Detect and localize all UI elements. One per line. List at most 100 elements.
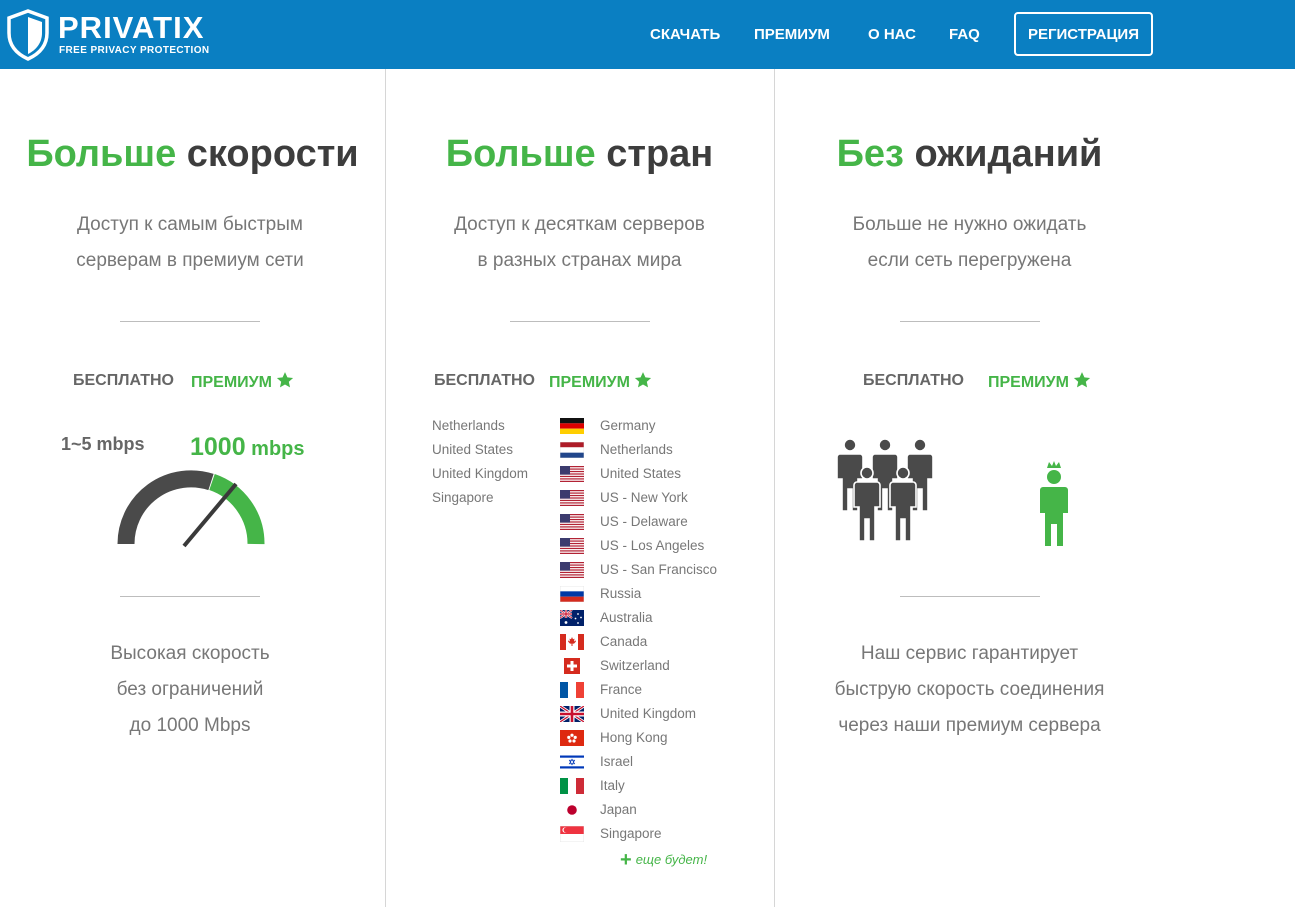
countries-title-accent: Больше — [445, 133, 596, 175]
premium-label: ПРЕМИУМ — [191, 371, 294, 393]
nav-about[interactable]: О НАС — [868, 26, 916, 44]
list-item: United States — [432, 442, 514, 457]
country-name: Japan — [600, 802, 637, 817]
crowd-icon — [836, 438, 934, 542]
list-item: US - Delaware — [560, 512, 717, 536]
waiting-title-rest: ожиданий — [903, 133, 1103, 175]
list-item: Russia — [560, 584, 717, 608]
country-name: United Kingdom — [600, 706, 697, 721]
divider — [120, 596, 260, 597]
country-name: Russia — [600, 586, 642, 601]
column-divider — [385, 69, 386, 907]
list-item: Switzerland — [560, 656, 717, 680]
divider — [120, 321, 260, 322]
us-flag-icon — [560, 466, 584, 482]
register-button[interactable]: РЕГИСТРАЦИЯ — [1014, 12, 1153, 56]
country-name: United States — [600, 466, 682, 481]
ch-flag-icon — [564, 658, 580, 674]
speed-title-rest: скорости — [176, 133, 359, 175]
list-item: Israel — [560, 752, 717, 776]
summary-line: без ограничений — [116, 679, 264, 700]
list-item: Netherlands — [432, 418, 505, 433]
summary-line: Наш сервис гарантирует — [860, 643, 1079, 664]
desc-line: Доступ к десяткам серверов — [454, 214, 705, 235]
list-item: United States — [560, 464, 717, 488]
de-flag-icon — [560, 418, 584, 434]
list-item: Australia — [560, 608, 717, 632]
premium-label-text: ПРЕМИУМ — [549, 374, 630, 391]
list-item: Japan — [560, 800, 717, 824]
list-item: Hong Kong — [560, 728, 717, 752]
country-name: US - New York — [600, 490, 688, 505]
divider — [510, 321, 650, 322]
privatix-logo[interactable]: PRIVATIX FREE PRIVACY PROTECTION — [6, 9, 216, 61]
summary-line: быструю скорость соединения — [834, 679, 1105, 700]
premium-label-text: ПРЕМИУМ — [988, 374, 1069, 391]
desc-line: если сеть перегружена — [867, 250, 1072, 271]
nav-download[interactable]: СКАЧАТЬ — [650, 26, 720, 44]
country-name: Switzerland — [600, 658, 670, 673]
star-icon — [634, 372, 652, 388]
top-header: PRIVATIX FREE PRIVACY PROTECTION СКАЧАТЬ… — [0, 0, 1295, 69]
us-flag-icon — [560, 490, 584, 506]
speedometer-icon — [117, 470, 265, 548]
premium-speed: 1000 mbps — [190, 433, 305, 462]
shield-icon — [7, 9, 49, 61]
ru-flag-icon — [560, 586, 584, 602]
us-flag-icon — [560, 562, 584, 578]
il-flag-icon — [560, 754, 584, 770]
country-name: US - Los Angeles — [600, 538, 705, 553]
list-item: United Kingdom — [560, 704, 717, 728]
country-name: Canada — [600, 634, 648, 649]
us-flag-icon — [560, 538, 584, 554]
speed-summary: Высокая скорость без ограничений до 1000… — [0, 636, 380, 744]
more-coming: + еще будет! — [620, 849, 708, 871]
country-name: US - San Francisco — [600, 562, 718, 577]
premium-label-text: ПРЕМИУМ — [191, 374, 272, 391]
desc-line: серверам в премиум сети — [76, 250, 304, 271]
us-flag-icon — [560, 514, 584, 530]
waiting-description: Больше не нужно ожидать если сеть перегр… — [774, 207, 1165, 279]
star-icon — [276, 372, 294, 388]
country-name: US - Delaware — [600, 514, 688, 529]
list-item: Singapore — [560, 824, 717, 848]
list-item: US - San Francisco — [560, 560, 717, 584]
divider — [900, 596, 1040, 597]
au-flag-icon — [560, 610, 584, 626]
hk-flag-icon — [560, 730, 584, 746]
country-name: Singapore — [600, 826, 662, 841]
summary-line: Высокая скорость — [110, 643, 270, 664]
ca-flag-icon — [560, 634, 584, 650]
premium-countries-list: Germany Netherlands United States US - N… — [560, 416, 717, 848]
summary-line: через наши премиум сервера — [838, 715, 1101, 736]
country-name: France — [600, 682, 643, 697]
list-item: Netherlands — [560, 440, 717, 464]
speed-description: Доступ к самым быстрым серверам в премиу… — [0, 207, 380, 279]
waiting-title: Без ожиданий — [774, 131, 1165, 177]
country-name: Netherlands — [600, 442, 673, 457]
sg-flag-icon — [560, 826, 584, 842]
desc-line: Больше не нужно ожидать — [852, 214, 1087, 235]
desc-line: в разных странах мира — [477, 250, 682, 271]
list-item: US - Los Angeles — [560, 536, 717, 560]
plus-icon: + — [620, 849, 632, 871]
column-divider — [774, 69, 775, 907]
nav-premium[interactable]: ПРЕМИУМ — [754, 26, 830, 44]
waiting-title-accent: Без — [836, 133, 904, 175]
list-item: France — [560, 680, 717, 704]
waiting-summary: Наш сервис гарантирует быструю скорость … — [774, 636, 1165, 744]
list-item: Italy — [560, 776, 717, 800]
country-name: Australia — [600, 610, 653, 625]
country-name: Israel — [600, 754, 634, 769]
premium-user-icon — [1040, 461, 1068, 546]
list-item: United Kingdom — [432, 466, 529, 481]
list-item: Germany — [560, 416, 717, 440]
fr-flag-icon — [560, 682, 584, 698]
free-label: БЕСПЛАТНО — [73, 372, 174, 389]
logo-tagline: FREE PRIVACY PROTECTION — [59, 45, 210, 56]
more-coming-label: еще будет! — [635, 852, 708, 867]
premium-speed-value: 1000 — [190, 433, 246, 461]
nav-faq[interactable]: FAQ — [949, 26, 980, 44]
premium-speed-unit: mbps — [245, 438, 305, 460]
list-item: US - New York — [560, 488, 717, 512]
